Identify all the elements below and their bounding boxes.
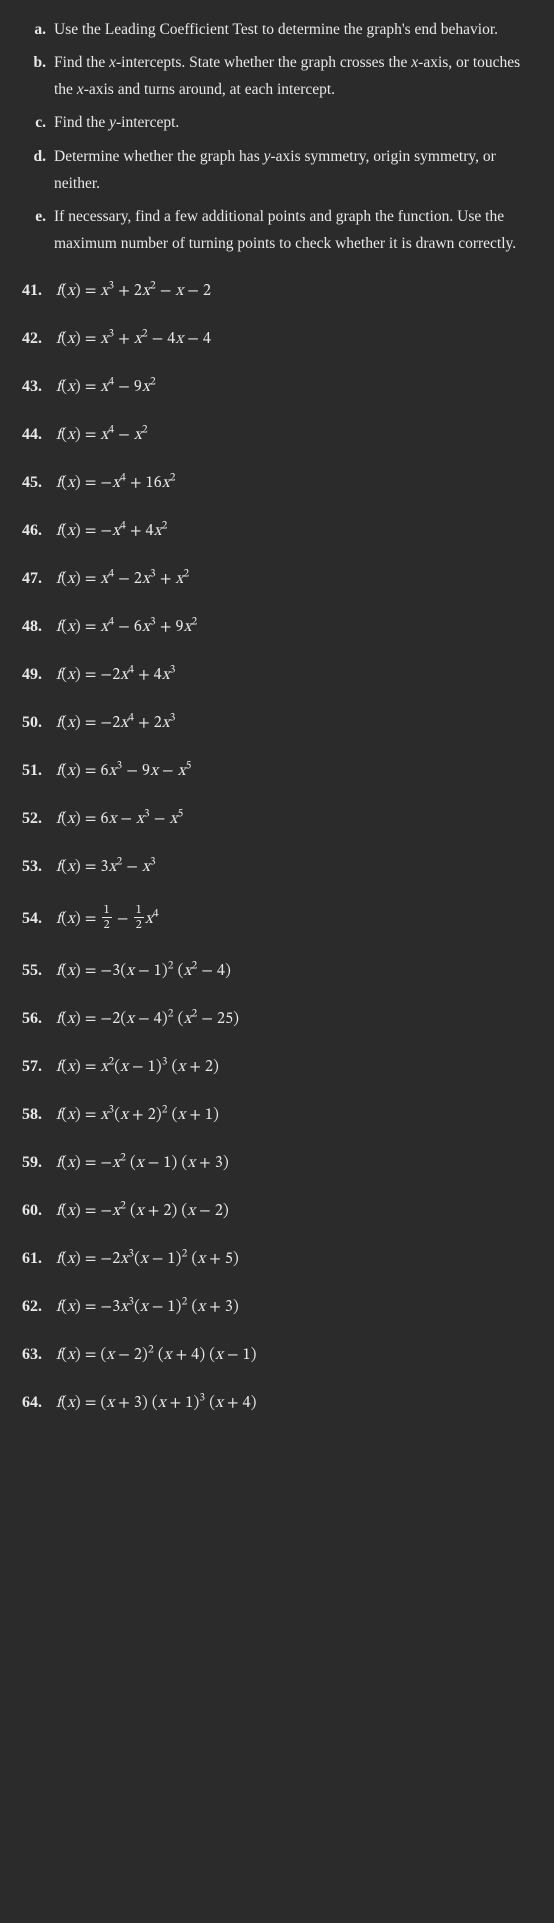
problem-equation: f(x) = −x4 + 4x2 bbox=[56, 521, 168, 541]
problem-equation: f(x) = −x4 + 16x2 bbox=[56, 473, 176, 493]
instruction-item: a.Use the Leading Coefficient Test to de… bbox=[22, 16, 532, 43]
problem-item: 61.f(x) = −2x3(x − 1)2 (x + 5) bbox=[22, 1249, 532, 1269]
problem-number: 56. bbox=[22, 1010, 56, 1028]
problem-equation: f(x) = −x2 (x + 2) (x − 2) bbox=[56, 1201, 229, 1221]
instruction-item: b.Find the x-intercepts. State whether t… bbox=[22, 49, 532, 103]
problem-item: 53.f(x) = 3x2 − x3 bbox=[22, 857, 532, 877]
problem-number: 59. bbox=[22, 1154, 56, 1172]
instruction-text: If necessary, find a few additional poin… bbox=[54, 203, 532, 257]
problem-number: 47. bbox=[22, 570, 56, 588]
problem-equation: f(x) = 6x − x3 − x5 bbox=[56, 809, 183, 829]
problem-equation: f(x) = −2x3(x − 1)2 (x + 5) bbox=[56, 1249, 239, 1269]
problem-equation: f(x) = −3x3(x − 1)2 (x + 3) bbox=[56, 1297, 239, 1317]
problem-item: 64.f(x) = (x + 3) (x + 1)3 (x + 4) bbox=[22, 1393, 532, 1413]
problem-number: 44. bbox=[22, 426, 56, 444]
instruction-letter: e. bbox=[22, 203, 54, 257]
instruction-list: a.Use the Leading Coefficient Test to de… bbox=[22, 16, 532, 257]
problem-item: 51.f(x) = 6x3 − 9x − x5 bbox=[22, 761, 532, 781]
problem-item: 62.f(x) = −3x3(x − 1)2 (x + 3) bbox=[22, 1297, 532, 1317]
problem-equation: f(x) = x4 − 6x3 + 9x2 bbox=[56, 617, 197, 637]
problem-item: 47.f(x) = x4 − 2x3 + x2 bbox=[22, 569, 532, 589]
problem-item: 58.f(x) = x3(x + 2)2 (x + 1) bbox=[22, 1105, 532, 1125]
problem-number: 60. bbox=[22, 1202, 56, 1220]
problem-equation: f(x) = (x − 2)2 (x + 4) (x − 1) bbox=[56, 1345, 257, 1365]
problem-item: 50.f(x) = −2x4 + 2x3 bbox=[22, 713, 532, 733]
problem-equation: f(x) = −2(x − 4)2 (x2 − 25) bbox=[56, 1009, 239, 1029]
problem-number: 55. bbox=[22, 962, 56, 980]
problem-equation: f(x) = x3 + x2 − 4x − 4 bbox=[56, 329, 211, 349]
problem-equation: f(x) = (x + 3) (x + 1)3 (x + 4) bbox=[56, 1393, 257, 1413]
problem-item: 42.f(x) = x3 + x2 − 4x − 4 bbox=[22, 329, 532, 349]
problem-number: 46. bbox=[22, 522, 56, 540]
problem-equation: f(x) = −2x4 + 4x3 bbox=[56, 665, 176, 685]
problem-item: 60.f(x) = −x2 (x + 2) (x − 2) bbox=[22, 1201, 532, 1221]
problem-equation: f(x) = x4 − x2 bbox=[56, 425, 148, 445]
instruction-text: Find the y-intercept. bbox=[54, 109, 532, 136]
problem-number: 50. bbox=[22, 714, 56, 732]
problem-number: 62. bbox=[22, 1298, 56, 1316]
instruction-letter: c. bbox=[22, 109, 54, 136]
problem-equation: f(x) = 3x2 − x3 bbox=[56, 857, 156, 877]
problem-number: 57. bbox=[22, 1058, 56, 1076]
problem-number: 48. bbox=[22, 618, 56, 636]
instruction-item: c.Find the y-intercept. bbox=[22, 109, 532, 136]
problem-number: 63. bbox=[22, 1346, 56, 1364]
problem-item: 63.f(x) = (x − 2)2 (x + 4) (x − 1) bbox=[22, 1345, 532, 1365]
instruction-item: e.If necessary, find a few additional po… bbox=[22, 203, 532, 257]
problem-number: 45. bbox=[22, 474, 56, 492]
instruction-text: Use the Leading Coefficient Test to dete… bbox=[54, 16, 532, 43]
instruction-letter: b. bbox=[22, 49, 54, 103]
problem-equation: f(x) = x4 − 2x3 + x2 bbox=[56, 569, 189, 589]
instruction-letter: a. bbox=[22, 16, 54, 43]
problem-item: 49.f(x) = −2x4 + 4x3 bbox=[22, 665, 532, 685]
problem-number: 58. bbox=[22, 1106, 56, 1124]
problem-equation: f(x) = −2x4 + 2x3 bbox=[56, 713, 176, 733]
problem-item: 48.f(x) = x4 − 6x3 + 9x2 bbox=[22, 617, 532, 637]
problem-number: 61. bbox=[22, 1250, 56, 1268]
problem-item: 52.f(x) = 6x − x3 − x5 bbox=[22, 809, 532, 829]
instruction-text: Find the x-intercepts. State whether the… bbox=[54, 49, 532, 103]
problem-equation: f(x) = 6x3 − 9x − x5 bbox=[56, 761, 191, 781]
problem-number: 53. bbox=[22, 858, 56, 876]
problem-equation: f(x) = −3(x − 1)2 (x2 − 4) bbox=[56, 961, 231, 981]
problem-item: 56.f(x) = −2(x − 4)2 (x2 − 25) bbox=[22, 1009, 532, 1029]
problem-item: 59.f(x) = −x2 (x − 1) (x + 3) bbox=[22, 1153, 532, 1173]
problem-item: 41.f(x) = x3 + 2x2 − x − 2 bbox=[22, 281, 532, 301]
problem-equation: f(x) = 12 − 12x4 bbox=[56, 905, 159, 933]
problem-item: 43.f(x) = x4 − 9x2 bbox=[22, 377, 532, 397]
problem-item: 57.f(x) = x2(x − 1)3 (x + 2) bbox=[22, 1057, 532, 1077]
problem-item: 46.f(x) = −x4 + 4x2 bbox=[22, 521, 532, 541]
instruction-letter: d. bbox=[22, 143, 54, 197]
problem-number: 51. bbox=[22, 762, 56, 780]
problem-number: 49. bbox=[22, 666, 56, 684]
problem-number: 43. bbox=[22, 378, 56, 396]
problem-equation: f(x) = x3 + 2x2 − x − 2 bbox=[56, 281, 211, 301]
problem-number: 52. bbox=[22, 810, 56, 828]
problem-item: 54.f(x) = 12 − 12x4 bbox=[22, 905, 532, 933]
problem-equation: f(x) = −x2 (x − 1) (x + 3) bbox=[56, 1153, 229, 1173]
problem-item: 55.f(x) = −3(x − 1)2 (x2 − 4) bbox=[22, 961, 532, 981]
instruction-item: d.Determine whether the graph has y-axis… bbox=[22, 143, 532, 197]
problem-number: 42. bbox=[22, 330, 56, 348]
problem-item: 44.f(x) = x4 − x2 bbox=[22, 425, 532, 445]
problem-number: 54. bbox=[22, 910, 56, 928]
problem-number: 64. bbox=[22, 1394, 56, 1412]
problem-item: 45.f(x) = −x4 + 16x2 bbox=[22, 473, 532, 493]
problem-equation: f(x) = x2(x − 1)3 (x + 2) bbox=[56, 1057, 219, 1077]
problem-number: 41. bbox=[22, 282, 56, 300]
page-content: a.Use the Leading Coefficient Test to de… bbox=[0, 0, 554, 1463]
problem-equation: f(x) = x3(x + 2)2 (x + 1) bbox=[56, 1105, 219, 1125]
instruction-text: Determine whether the graph has y-axis s… bbox=[54, 143, 532, 197]
problem-equation: f(x) = x4 − 9x2 bbox=[56, 377, 156, 397]
problem-list: 41.f(x) = x3 + 2x2 − x − 242.f(x) = x3 +… bbox=[22, 281, 532, 1413]
